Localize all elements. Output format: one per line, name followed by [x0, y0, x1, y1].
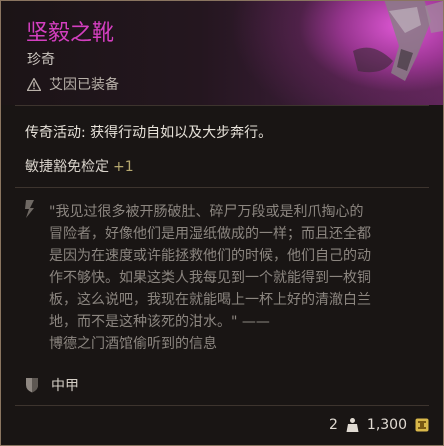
saving-throw-bonus: 敏捷豁免检定 +1	[25, 156, 134, 176]
bonus-label: 敏捷豁免检定	[25, 159, 109, 175]
tooltip-header: 坚毅之靴 珍奇 艾因已装备	[1, 1, 443, 105]
divider	[15, 105, 429, 106]
item-effect: 传奇活动: 获得行动自如以及大步奔行。	[25, 125, 273, 141]
armor-type: 中甲	[25, 375, 79, 395]
item-footer: 2 1,300	[329, 417, 429, 433]
weight-icon	[346, 418, 359, 432]
item-name: 坚毅之靴	[26, 21, 115, 46]
divider	[15, 187, 429, 188]
armor-label: 中甲	[51, 378, 79, 394]
item-tooltip: 坚毅之靴 珍奇 艾因已装备 传奇活动: 获得行动自如以及大步奔行。 敏捷豁免检定…	[0, 0, 444, 446]
item-rarity: 珍奇	[27, 52, 55, 68]
lore-text: "我见过很多被开肠破肚、碎尸万段或是利爪掏心的 冒险者，好像他们是用湿纸做成的一…	[49, 201, 425, 355]
quote-source: 博德之门酒馆偷听到的信息	[49, 336, 217, 352]
equipped-label: 艾因已装备	[49, 77, 119, 93]
gold-coin-icon	[415, 418, 429, 432]
equipped-status: 艾因已装备	[27, 75, 119, 93]
lore-quote-icon	[25, 200, 34, 218]
lore-quote: "我见过很多被开肠破肚、碎尸万段或是利爪掏心的 冒险者，好像他们是用湿纸做成的一…	[21, 197, 425, 365]
shield-icon	[26, 378, 38, 393]
boots-art-icon	[353, 1, 443, 81]
divider	[15, 405, 429, 406]
gold-value: 1,300	[366, 417, 407, 433]
warning-triangle-icon	[27, 77, 41, 91]
quote-body: "我见过很多被开肠破肚、碎尸万段或是利爪掏心的 冒险者，好像他们是用湿纸做成的一…	[49, 204, 371, 330]
bonus-value: +1	[113, 159, 134, 175]
weight-value: 2	[328, 417, 338, 433]
